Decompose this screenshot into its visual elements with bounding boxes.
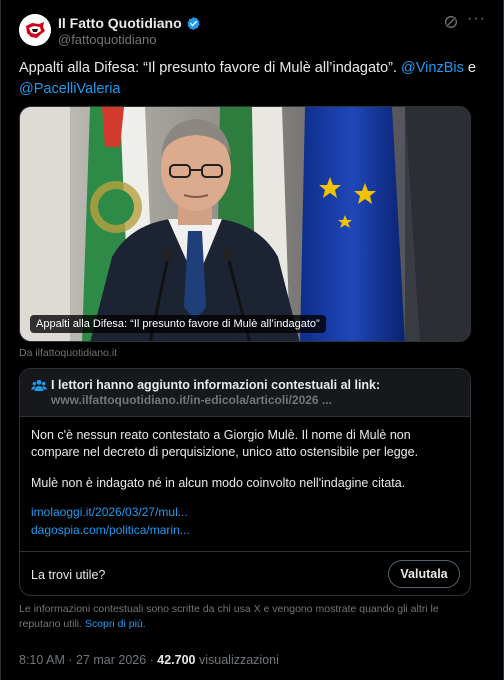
view-count: 42.700 <box>157 653 196 667</box>
author-name[interactable]: Il Fatto Quotidiano <box>58 15 182 31</box>
mention-link[interactable]: @VinzBis <box>401 60 464 76</box>
community-note-header[interactable]: I lettori hanno aggiunto informazioni co… <box>20 369 470 417</box>
community-note-source-link[interactable]: imolaoggi.it/2026/03/27/mul... <box>31 505 188 519</box>
tweet-metadata: 8:10 AM · 27 mar 2026 · 42.700 visualizz… <box>19 653 279 667</box>
author-avatar[interactable] <box>19 14 51 46</box>
meta-separator: · <box>64 653 76 667</box>
verified-badge-icon <box>187 16 200 30</box>
community-note-target-link[interactable]: www.ilfattoquotidiano.it/in-edicola/arti… <box>51 393 332 407</box>
community-note-disclaimer: Le informazioni contestuali sono scritte… <box>19 602 479 632</box>
learn-more-link[interactable]: Scopri di più. <box>85 618 146 630</box>
community-note-paragraph: Mulè non è indagato né in alcun modo coi… <box>31 476 406 490</box>
link-card-title[interactable]: Appalti alla Difesa: “Il presunto favore… <box>30 315 326 333</box>
community-note-title: I lettori hanno aggiunto informazioni co… <box>51 378 381 392</box>
more-options-icon[interactable]: ··· <box>467 11 485 30</box>
rating-question: La trovi utile? <box>31 568 106 582</box>
tweet-time[interactable]: 8:10 AM <box>19 653 65 667</box>
news-photo <box>20 107 470 341</box>
newspaper-logo-icon <box>19 14 51 46</box>
community-note-source-link[interactable]: dagospia.com/politica/marin... <box>31 523 190 537</box>
community-note-rating: La trovi utile? Valutala <box>20 551 470 595</box>
tweet-header: Il Fatto Quotidiano @fattoquotidiano ··· <box>19 11 487 48</box>
community-note: I lettori hanno aggiunto informazioni co… <box>19 368 471 596</box>
author-name-row: Il Fatto Quotidiano <box>58 15 201 31</box>
people-icon <box>31 379 47 391</box>
tweet-detail: Il Fatto Quotidiano @fattoquotidiano ···… <box>0 0 504 680</box>
meta-separator: · <box>146 653 158 667</box>
tweet-date[interactable]: 27 mar 2026 <box>76 653 146 667</box>
link-card-domain[interactable]: Da ilfattoquotidiano.it <box>19 347 117 359</box>
community-note-body: Non c'è nessun reato contestato a Giorgi… <box>31 427 461 506</box>
tweet-text: Appalti alla Difesa: “Il presunto favore… <box>19 58 487 100</box>
link-card-image[interactable]: Appalti alla Difesa: “Il presunto favore… <box>19 106 471 342</box>
tweet-text-join: e <box>463 60 476 76</box>
mention-link[interactable]: @PacelliValeria <box>19 81 121 97</box>
rate-note-button[interactable]: Valutala <box>388 560 460 588</box>
disclaimer-text: Le informazioni contestuali sono scritte… <box>19 603 439 630</box>
tweet-text-body: Appalti alla Difesa: “Il presunto favore… <box>19 60 402 76</box>
grok-icon[interactable] <box>443 14 459 30</box>
author-handle[interactable]: @fattoquotidiano <box>58 32 157 47</box>
community-note-paragraph: Non c'è nessun reato contestato a Giorgi… <box>31 428 419 459</box>
view-count-label: visualizzazioni <box>195 653 279 667</box>
